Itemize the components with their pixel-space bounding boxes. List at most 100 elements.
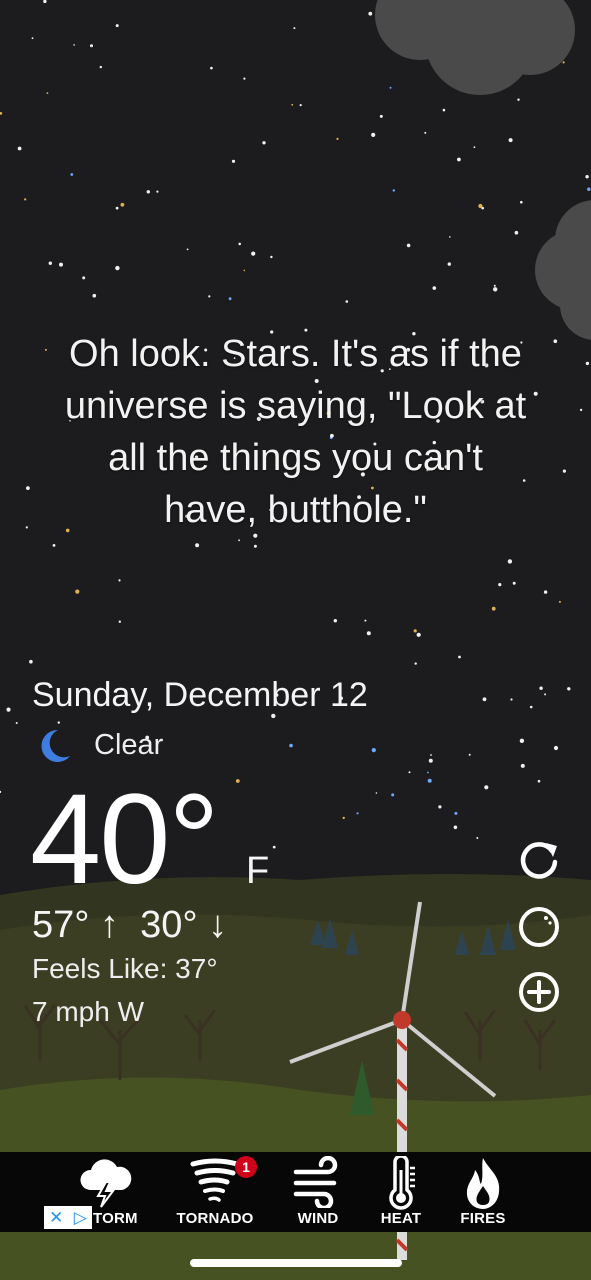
star [391, 793, 395, 797]
star [414, 662, 417, 665]
quote-line: Oh look. Stars. It's as if the [69, 333, 522, 375]
theme-icon[interactable] [517, 905, 561, 949]
star [299, 104, 302, 107]
up-arrow-icon: ↑ [100, 904, 120, 946]
star [75, 589, 80, 594]
star [567, 687, 571, 691]
star [430, 754, 432, 756]
star [519, 738, 525, 743]
star [449, 236, 451, 238]
ad-close-icon[interactable]: ✕ [49, 1208, 63, 1228]
home-indicator[interactable] [190, 1259, 402, 1267]
star [272, 845, 276, 849]
high-low-temps: 57° ↑ 30° ↓ [32, 904, 227, 947]
tab-tornado[interactable]: 1 TORNADO [165, 1152, 265, 1232]
star [243, 269, 246, 272]
low-temp: 30° [140, 904, 198, 946]
star [416, 632, 421, 637]
star [493, 287, 498, 292]
star [0, 112, 3, 115]
wind-icon [293, 1156, 338, 1208]
ad-choices[interactable]: ✕ ▷ [44, 1206, 92, 1229]
star [48, 261, 52, 265]
star [517, 98, 520, 101]
star [291, 103, 294, 106]
star [235, 779, 240, 783]
star [579, 408, 583, 412]
star [17, 146, 22, 151]
star [454, 811, 458, 815]
star [392, 189, 395, 192]
thermometer-icon [389, 1156, 415, 1210]
star [476, 837, 479, 839]
star [493, 284, 496, 287]
star [333, 619, 337, 623]
star [210, 66, 213, 70]
star [115, 206, 119, 210]
star [457, 157, 461, 162]
star [289, 743, 293, 748]
star [115, 24, 119, 28]
star [424, 131, 427, 134]
star [514, 230, 519, 235]
star [484, 785, 489, 790]
tab-fires[interactable]: FIRES [433, 1152, 533, 1232]
star [585, 175, 589, 179]
star [366, 631, 371, 636]
star [82, 276, 86, 280]
star [43, 0, 47, 4]
star [408, 771, 411, 774]
star [186, 248, 189, 251]
current-temperature[interactable]: 40° [30, 770, 220, 910]
star [195, 543, 200, 548]
star [543, 590, 548, 594]
star [491, 606, 496, 611]
down-arrow-icon: ↓ [208, 904, 228, 946]
background-scene [0, 0, 591, 1280]
star [270, 255, 273, 259]
star [238, 539, 241, 542]
add-location-icon[interactable] [517, 970, 561, 1014]
star [70, 173, 74, 176]
storm-icon [80, 1159, 132, 1208]
star [231, 159, 236, 163]
star [118, 620, 122, 623]
tornado-alert-badge: 1 [235, 1156, 257, 1178]
star [371, 132, 376, 137]
ad-choices-icon[interactable]: ▷ [74, 1208, 87, 1228]
star [120, 202, 125, 207]
cloud-top-right [375, 0, 575, 95]
star [432, 286, 437, 290]
quote-line: universe is saying, "Look at [64, 385, 527, 427]
star [427, 778, 432, 783]
star [356, 812, 359, 815]
date-label: Sunday, December 12 [32, 676, 368, 714]
cloud-right [535, 200, 591, 340]
tab-label: FIRES [460, 1210, 506, 1227]
star [146, 190, 150, 194]
refresh-icon[interactable] [517, 838, 561, 882]
star [520, 763, 525, 768]
star [59, 262, 63, 267]
star [31, 37, 34, 40]
star [558, 600, 561, 603]
star [73, 44, 75, 46]
star [92, 293, 97, 298]
star [90, 44, 93, 48]
star [46, 92, 49, 94]
feels-like: Feels Like: 37° [32, 953, 218, 984]
star [562, 61, 565, 64]
moon-icon [41, 729, 70, 762]
star [473, 146, 476, 149]
star [529, 705, 533, 709]
star [587, 187, 591, 191]
star [293, 27, 296, 30]
star [510, 698, 513, 701]
star [585, 361, 590, 366]
star [342, 816, 345, 820]
temperature-unit[interactable]: F [246, 850, 269, 893]
quote-line: all the things you can't [108, 437, 483, 479]
star [520, 200, 523, 204]
star [253, 544, 257, 548]
star [379, 114, 383, 118]
